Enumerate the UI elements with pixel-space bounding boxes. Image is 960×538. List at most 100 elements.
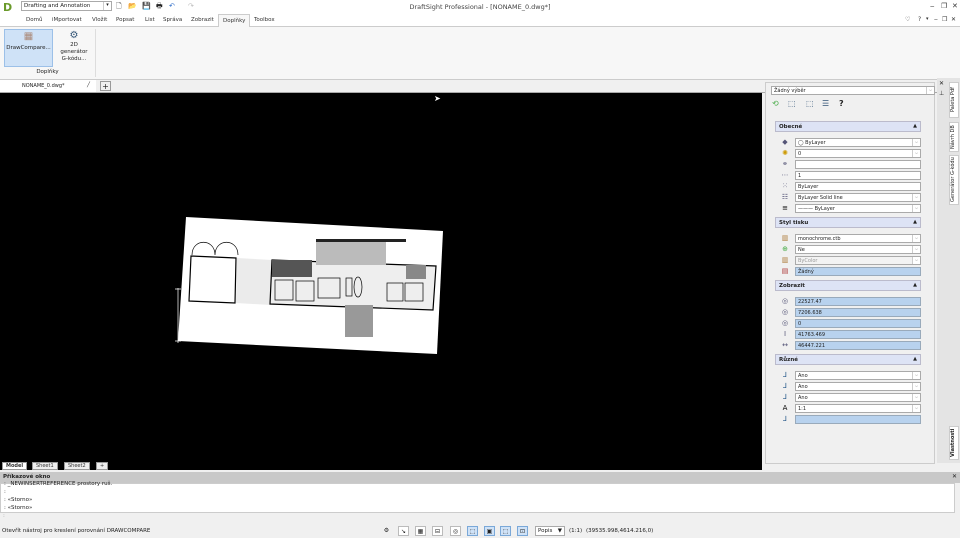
print-table-icon: ▥ [781, 234, 789, 242]
tab-list[interactable]: List [145, 17, 155, 23]
toggle-pickadd-icon[interactable]: ⟲ [772, 99, 779, 108]
command-line: : «Storno» [4, 505, 33, 511]
quick-select-icon[interactable]: ⬚ [806, 99, 814, 108]
annotation-scale-field[interactable]: 1:1 ⌵ [795, 404, 921, 413]
attached-field[interactable]: Ne ⌵ [795, 245, 921, 254]
tab-popsat[interactable]: Popsat [116, 17, 134, 23]
drawing-canvas[interactable]: ➤ [0, 93, 762, 461]
drawcompare-icon: ▦ [23, 31, 34, 42]
properties-panel: Žádný výběr ⌵ ⟲ ⬚ ⬚ ☰ ? Obecné ▲ ◆ ◯ ByLay… [765, 82, 935, 464]
center-y-field[interactable]: 7206.638 [795, 308, 921, 317]
selection-dropdown[interactable]: Žádný výběr ⌵ [771, 86, 935, 95]
section-misc[interactable]: Různé ▲ [775, 354, 921, 365]
help-icon[interactable]: ? [918, 16, 921, 23]
scale-readout[interactable]: (1:1) [569, 528, 582, 534]
ucs-viewport-icon: ⅃ [783, 393, 787, 401]
tab-gcode-generator[interactable]: Generátor G-kódu [949, 155, 959, 205]
ucs-origin-field[interactable]: Ano ⌵ [795, 382, 921, 391]
center-z-field[interactable]: 0 [795, 319, 921, 328]
width-field[interactable]: 46447.221 [795, 341, 921, 350]
side-tabs: ✕ ⊥ Paleta Pdf Návrh DB Generátor G-kódu… [937, 78, 960, 463]
doc-restore-icon[interactable]: ❐ [942, 16, 947, 23]
close-tab-icon[interactable]: ╱ [87, 82, 90, 88]
polar-icon[interactable]: ◎ [450, 526, 461, 536]
tab-importovat[interactable]: iMportovat [52, 17, 82, 23]
ucs-icon-field[interactable]: Ano ⌵ [795, 371, 921, 380]
attached-icon: ⊕ [782, 245, 788, 253]
chevron-down-icon: ▼ [557, 528, 562, 534]
tab-properties[interactable]: Vlastnosti [949, 426, 959, 460]
favorite-icon[interactable]: ♡ [905, 16, 910, 23]
command-input[interactable]: : [3, 513, 5, 519]
ribbon-tabs: Domů iMportovat Vložit Popsat List Správ… [0, 13, 960, 28]
add-sheet-button[interactable]: + [96, 462, 109, 470]
ribbon-panel: ▦ DrawCompare... ⚙ 2D generátor G-kódu..… [0, 27, 960, 80]
close-panel-icon[interactable]: ✕ [939, 80, 944, 87]
tab-model[interactable]: Model [2, 462, 28, 470]
status-hint: Otevřít nástroj pro kreslení porovnání D… [2, 528, 151, 534]
etrack-icon[interactable]: ▣ [484, 526, 495, 536]
hyperlink-field[interactable] [795, 160, 921, 169]
mouse-cursor-icon: ➤ [434, 94, 441, 103]
drawcompare-button[interactable]: ▦ DrawCompare... [4, 29, 53, 67]
grid-icon[interactable]: ▦ [415, 526, 426, 536]
tab-zobrazit[interactable]: Zobrazit [191, 17, 214, 23]
tab-design-db[interactable]: Návrh DB [949, 122, 959, 152]
ortho-icon[interactable]: ⊟ [432, 526, 443, 536]
color-icon: ◆ [782, 138, 788, 146]
doc-close-icon[interactable]: ✕ [951, 16, 956, 23]
tab-pdf-palette[interactable]: Paleta Pdf [949, 82, 959, 118]
esnap-icon[interactable]: ⬚ [467, 526, 478, 536]
center-x-field[interactable]: 22527.47 [795, 297, 921, 306]
pin-icon[interactable]: ⊥ [939, 90, 944, 97]
minimize-icon[interactable]: ‒ [930, 2, 934, 10]
linestyle-icon: ☷ [781, 193, 789, 201]
close-icon[interactable]: ✕ [952, 473, 957, 480]
chevron-down-icon[interactable]: ▾ [926, 16, 929, 22]
command-line: : _NEWINSERTREFERENCE prostory ruš. [4, 481, 113, 487]
linetype-scale-field[interactable]: 1 [795, 171, 921, 180]
select-objects-icon[interactable]: ⬚ [788, 99, 796, 108]
section-general[interactable]: Obecné ▲ [775, 121, 921, 132]
lineweight-field[interactable]: ——— ByLayer ⌵ [795, 204, 921, 213]
lweight-icon[interactable]: ⬚ [500, 526, 511, 536]
color-field[interactable]: ◯ ByLayer ⌵ [795, 138, 921, 147]
tab-sprava[interactable]: Správa [163, 17, 182, 23]
linetype-field[interactable]: ByLayer [795, 182, 921, 191]
tools-icon[interactable]: ⚙ [381, 526, 392, 536]
tab-toolbox[interactable]: Toolbox [254, 17, 275, 23]
snap-icon[interactable]: ↘ [398, 526, 409, 536]
tab-doplnky[interactable]: Doplňky [218, 14, 251, 28]
drawcompare-label: DrawCompare... [6, 45, 51, 51]
print-style-table-field[interactable]: monochrome.ctb ⌵ [795, 234, 921, 243]
close-icon[interactable]: ✕ [952, 2, 958, 10]
model-icon[interactable]: ⊡ [517, 526, 528, 536]
gcode-generator-button[interactable]: ⚙ 2D generátor G-kódu... [55, 29, 93, 67]
restore-icon[interactable]: ❐ [941, 2, 947, 10]
layer-field[interactable]: 0 ⌵ [795, 149, 921, 158]
center-z-icon: ◎ [781, 319, 789, 327]
help-icon[interactable]: ? [839, 99, 844, 108]
annotation-dropdown[interactable]: Popis ▼ [535, 526, 565, 536]
tab-sheet2[interactable]: Sheet2 [64, 462, 90, 470]
doc-minimize-icon[interactable]: ‒ [934, 16, 938, 23]
linestyle-field[interactable]: ByLayer Solid line ⌵ [795, 193, 921, 202]
linetype-icon: ⁙ [782, 182, 788, 190]
document-tab[interactable]: NONAME_0.dwg* ╱ [0, 80, 96, 92]
ucs-viewport-field[interactable]: Ano ⌵ [795, 393, 921, 402]
section-view[interactable]: Zobrazit ▲ [775, 280, 921, 291]
tab-sheet1[interactable]: Sheet1 [32, 462, 58, 470]
lineweight-icon: ≡ [782, 204, 788, 212]
section-print-style[interactable]: Styl tisku ▲ [775, 217, 921, 228]
tab-domu[interactable]: Domů [26, 17, 42, 23]
command-line: : [4, 489, 6, 495]
print-style-field[interactable]: ByColor ⌵ [795, 256, 921, 265]
ucs-name-field[interactable] [795, 415, 921, 424]
print-none-field[interactable]: Žádný [795, 267, 921, 276]
new-tab-button[interactable]: + [100, 81, 111, 91]
annotation-scale-icon: A [782, 404, 788, 412]
tab-vlozit[interactable]: Vložit [92, 17, 107, 23]
filter-icon[interactable]: ☰ [822, 99, 829, 108]
height-field[interactable]: 41763.469 [795, 330, 921, 339]
divider [95, 29, 96, 77]
